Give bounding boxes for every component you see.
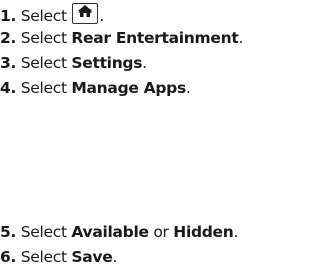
step-text: Select — [20, 223, 67, 241]
step-text: Select — [20, 29, 67, 47]
menu-item-manage-apps: Manage Apps — [71, 79, 186, 97]
option-hidden: Hidden — [173, 223, 234, 241]
step-text: Select — [20, 79, 67, 97]
step-3: 3. Select Settings. — [0, 53, 147, 73]
step-text: Select — [20, 7, 67, 25]
step-period: . — [99, 7, 105, 25]
option-available: Available — [71, 223, 149, 241]
step-1: 1. Select HOME . — [0, 3, 104, 26]
step-period: . — [185, 79, 191, 97]
step-2: 2. Select Rear Entertainment. — [0, 28, 243, 48]
step-number: 2. — [0, 29, 17, 47]
step-5: 5. Select Available or Hidden. — [0, 222, 238, 242]
step-number: 5. — [0, 223, 17, 241]
step-text: Select — [20, 248, 67, 266]
home-key-label: HOME — [78, 9, 93, 14]
step-conjunction: or — [153, 223, 169, 241]
step-number: 3. — [0, 54, 17, 72]
step-period: . — [238, 29, 244, 47]
step-number: 4. — [0, 79, 17, 97]
step-6: 6. Select Save. — [0, 247, 117, 267]
menu-item-settings: Settings — [71, 54, 143, 72]
menu-item-rear-entertainment: Rear Entertainment — [71, 29, 239, 47]
step-4: 4. Select Manage Apps. — [0, 78, 191, 98]
step-number: 1. — [0, 7, 17, 25]
home-button-icon: HOME — [72, 3, 99, 24]
step-period: . — [142, 54, 147, 72]
menu-item-save: Save — [71, 248, 113, 266]
step-number: 6. — [0, 248, 17, 266]
step-period: . — [112, 248, 118, 266]
step-text: Select — [20, 54, 67, 72]
step-period: . — [233, 223, 239, 241]
